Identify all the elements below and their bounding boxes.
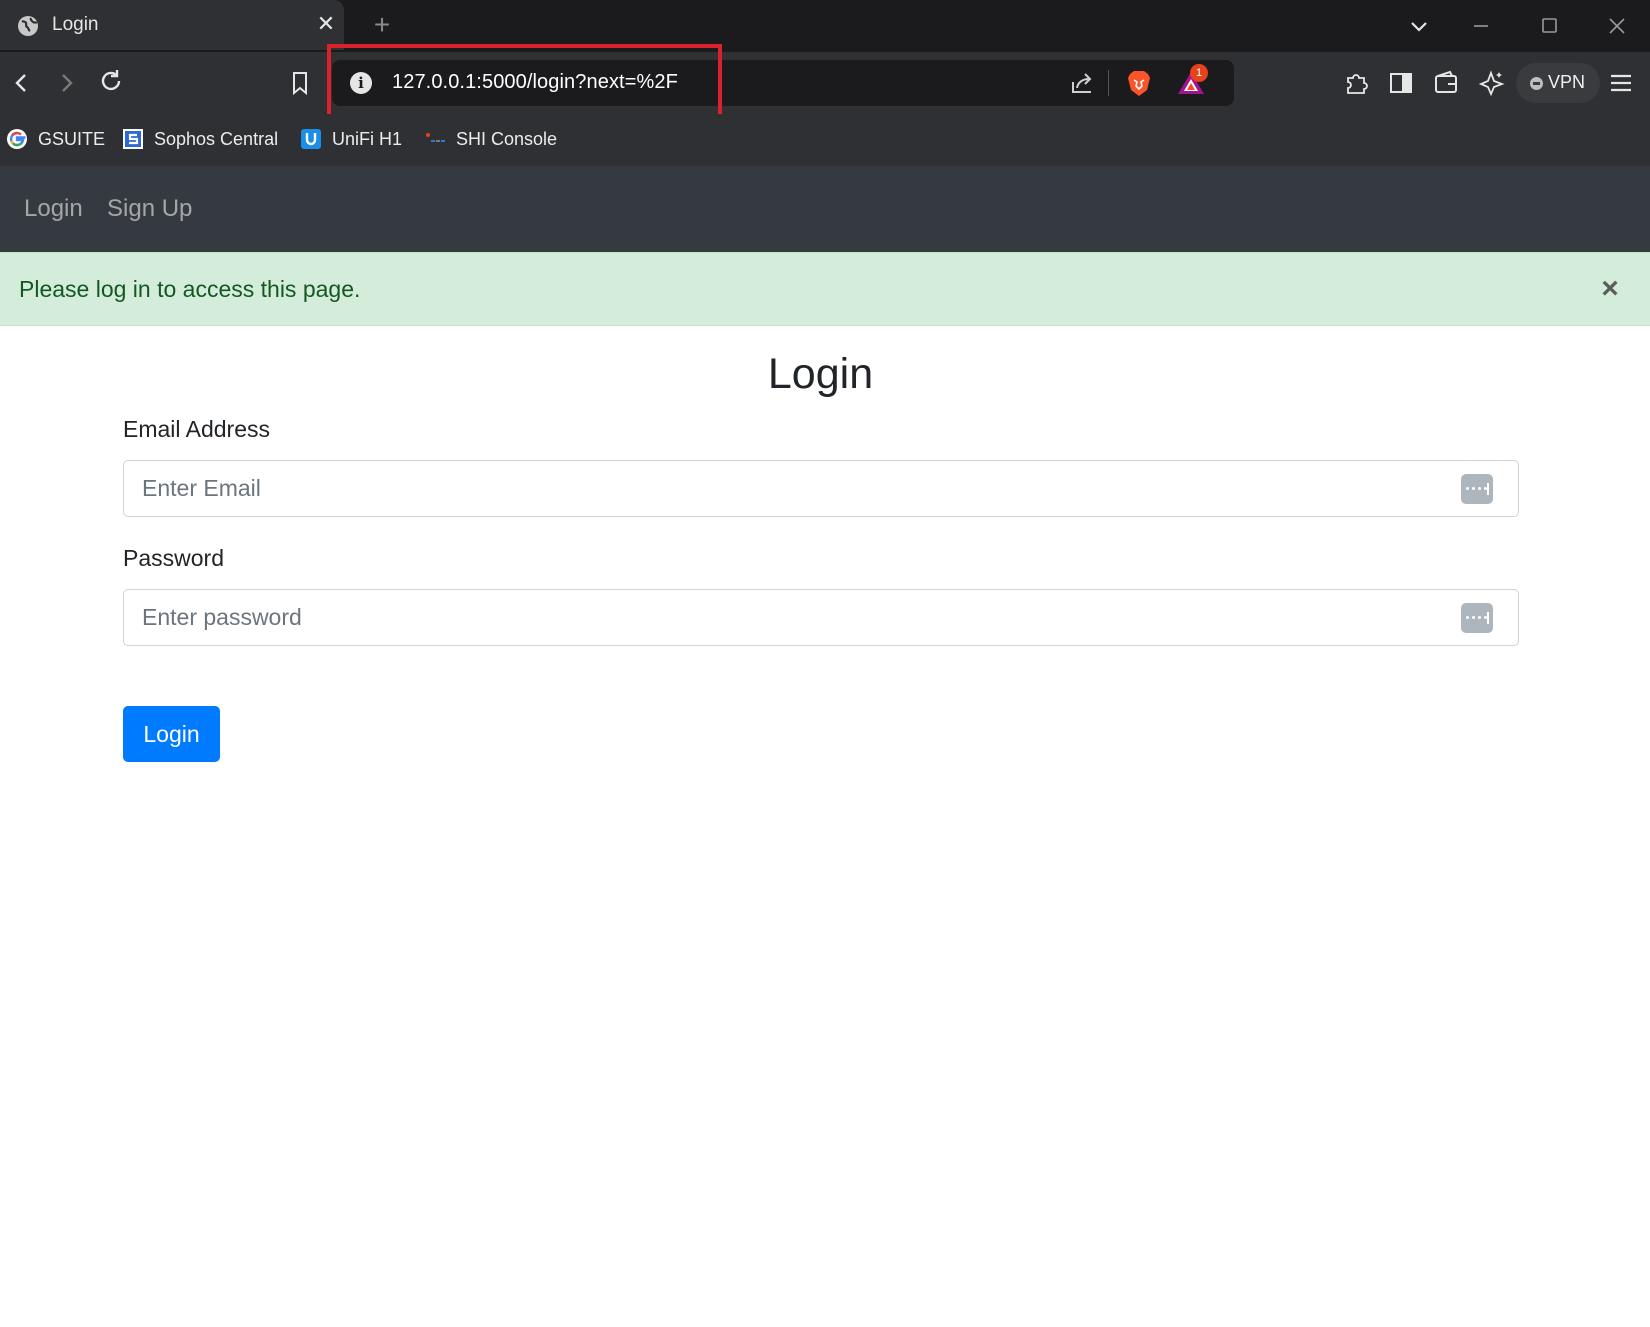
globe-icon bbox=[17, 15, 39, 37]
bookmark-label: Sophos Central bbox=[154, 128, 279, 149]
nav-login-link[interactable]: Login bbox=[24, 195, 83, 223]
leo-ai-icon[interactable] bbox=[1477, 69, 1505, 97]
sidebar-icon[interactable] bbox=[1387, 69, 1415, 97]
close-tab-icon[interactable]: ✕ bbox=[316, 13, 336, 35]
alert-close-icon[interactable]: × bbox=[1596, 273, 1624, 305]
password-field[interactable] bbox=[124, 590, 1518, 645]
bookmark-label: GSUITE bbox=[38, 128, 106, 149]
bookmark-icon[interactable] bbox=[286, 69, 314, 97]
bookmark-sophos-central[interactable]: Sophos Central bbox=[122, 126, 278, 152]
password-field-wrapper bbox=[123, 589, 1519, 646]
minimize-icon[interactable] bbox=[1468, 13, 1494, 39]
tab-strip: Login ✕ + bbox=[0, 0, 1650, 52]
unifi-icon bbox=[300, 128, 322, 150]
extensions-icon[interactable] bbox=[1342, 69, 1370, 97]
bookmarks-bar: GSUITE Sophos Central UniFi H1 SHI Conso… bbox=[0, 114, 1650, 166]
password-manager-icon[interactable] bbox=[1461, 474, 1493, 504]
bookmark-shi-console[interactable]: SHI Console bbox=[424, 126, 557, 152]
tab-title: Login bbox=[52, 14, 99, 35]
rewards-badge: 1 bbox=[1190, 64, 1208, 82]
nav-signup-link[interactable]: Sign Up bbox=[107, 195, 192, 223]
password-manager-icon[interactable] bbox=[1461, 603, 1493, 633]
vpn-label: VPN bbox=[1548, 72, 1586, 92]
address-bar[interactable]: i 127.0.0.1:5000/login?next=%2F 1 bbox=[332, 60, 1234, 106]
flash-alert: Please log in to access this page. × bbox=[0, 252, 1650, 326]
back-icon[interactable] bbox=[8, 69, 36, 97]
vpn-button[interactable]: VPN bbox=[1516, 63, 1600, 103]
site-info-icon[interactable]: i bbox=[350, 72, 372, 94]
wallet-icon[interactable] bbox=[1432, 69, 1460, 97]
url-text[interactable]: 127.0.0.1:5000/login?next=%2F bbox=[392, 71, 678, 94]
share-icon[interactable] bbox=[1068, 69, 1096, 97]
tab-list-chevron-icon[interactable] bbox=[1406, 13, 1432, 39]
bookmark-label: UniFi H1 bbox=[332, 128, 403, 149]
site-navbar: Login Sign Up bbox=[0, 166, 1650, 252]
bookmark-gsuite[interactable]: GSUITE bbox=[6, 126, 105, 152]
reload-icon[interactable] bbox=[97, 67, 125, 95]
google-icon bbox=[6, 128, 28, 150]
brave-shields-icon[interactable] bbox=[1124, 68, 1154, 98]
login-button[interactable]: Login bbox=[123, 706, 220, 762]
shi-icon bbox=[424, 128, 446, 150]
maximize-icon[interactable] bbox=[1536, 13, 1562, 39]
menu-icon[interactable] bbox=[1607, 69, 1635, 97]
email-field-wrapper bbox=[123, 460, 1519, 517]
page-title: Login bbox=[767, 350, 874, 398]
password-label: Password bbox=[123, 545, 224, 571]
new-tab-icon[interactable]: + bbox=[370, 10, 394, 40]
window-close-icon[interactable] bbox=[1604, 13, 1630, 39]
bookmark-label: SHI Console bbox=[456, 128, 558, 149]
forward-icon[interactable] bbox=[52, 69, 80, 97]
browser-tab[interactable]: Login ✕ bbox=[0, 0, 344, 50]
bookmark-unifi-h1[interactable]: UniFi H1 bbox=[300, 126, 402, 152]
vpn-status-icon bbox=[1530, 77, 1543, 90]
browser-toolbar: i 127.0.0.1:5000/login?next=%2F 1 VPN bbox=[0, 52, 1650, 114]
email-field[interactable] bbox=[124, 461, 1518, 516]
email-label: Email Address bbox=[123, 416, 271, 442]
url-divider bbox=[1108, 70, 1109, 96]
sophos-icon bbox=[122, 128, 144, 150]
alert-message: Please log in to access this page. bbox=[19, 276, 361, 302]
